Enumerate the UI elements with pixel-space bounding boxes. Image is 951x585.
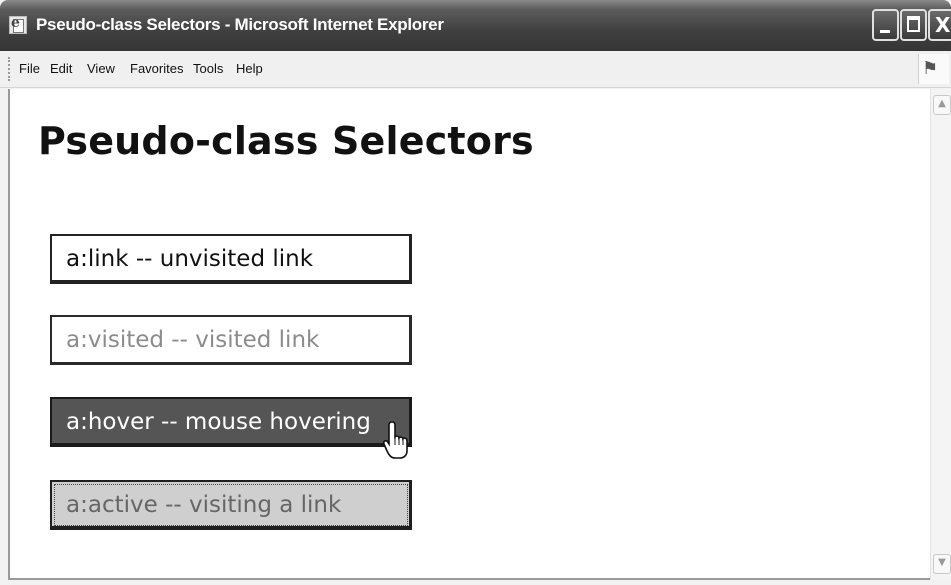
scroll-down-icon[interactable]: ▼ bbox=[933, 554, 951, 574]
menu-tools[interactable]: Tools bbox=[193, 61, 223, 76]
minimize-icon[interactable] bbox=[872, 9, 899, 41]
maximize-icon[interactable] bbox=[900, 9, 927, 41]
menu-view[interactable]: View bbox=[87, 61, 115, 76]
windows-flag-icon: ⚑ bbox=[922, 58, 939, 79]
menu-edit[interactable]: Edit bbox=[50, 61, 72, 76]
window-title: Pseudo-class Selectors - Microsoft Inter… bbox=[36, 15, 444, 34]
menu-help[interactable]: Help bbox=[236, 61, 263, 76]
menu-favorites[interactable]: Favorites bbox=[130, 61, 183, 76]
page-title: Pseudo-class Selectors bbox=[38, 119, 534, 163]
close-icon[interactable] bbox=[928, 9, 951, 41]
link-visited[interactable]: a:visited -- visited link bbox=[50, 315, 412, 365]
menu-bar: File Edit View Favorites Tools Help bbox=[0, 51, 951, 88]
vertical-scrollbar[interactable]: ▲ ▼ bbox=[930, 89, 951, 580]
ie-page-icon[interactable] bbox=[9, 15, 27, 34]
link-unvisited[interactable]: a:link -- unvisited link bbox=[50, 234, 412, 284]
toolbar-grip[interactable] bbox=[8, 57, 12, 81]
scroll-up-icon[interactable]: ▲ bbox=[933, 95, 951, 115]
browser-window: Pseudo-class Selectors - Microsoft Inter… bbox=[0, 0, 951, 585]
link-active[interactable]: a:active -- visiting a link bbox=[50, 480, 412, 530]
menu-file[interactable]: File bbox=[19, 61, 40, 76]
hand-cursor-icon bbox=[383, 421, 408, 459]
title-bar[interactable]: Pseudo-class Selectors - Microsoft Inter… bbox=[0, 0, 951, 51]
link-hover[interactable]: a:hover -- mouse hovering bbox=[50, 397, 412, 447]
